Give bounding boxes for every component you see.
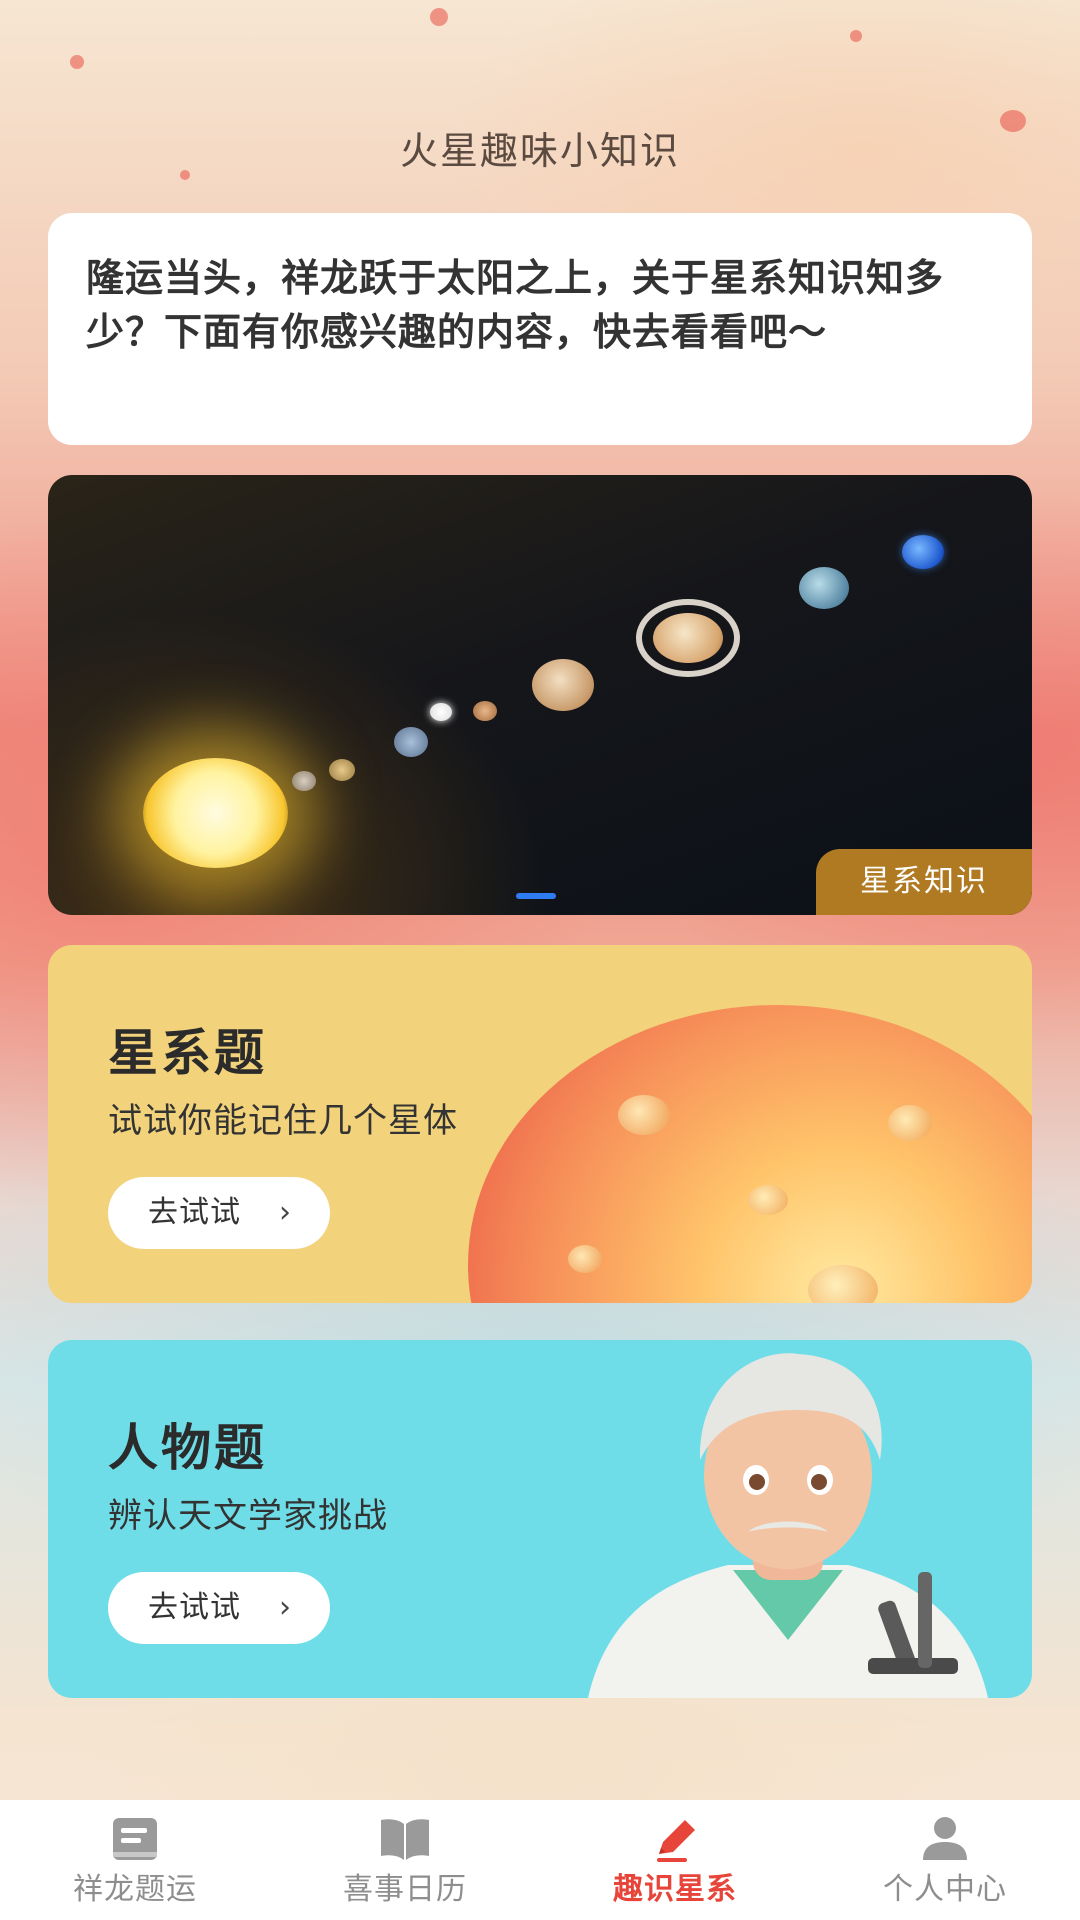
carousel-indicator[interactable]: [516, 893, 556, 899]
tab-label: 趣识星系: [613, 1872, 737, 1907]
try-button[interactable]: 去试试 ›: [108, 1177, 330, 1249]
tab-label: 个人中心: [883, 1872, 1007, 1907]
planet-illustration: [902, 535, 944, 569]
planet-illustration: [473, 701, 497, 721]
tab-label: 喜事日历: [343, 1872, 467, 1907]
tab-geren-zhongxin[interactable]: 个人中心: [810, 1800, 1080, 1920]
tab-qushi-xingxi[interactable]: 趣识星系: [540, 1800, 810, 1920]
planet-illustration: [394, 727, 428, 757]
crater: [618, 1095, 670, 1135]
planet-illustration: [532, 659, 594, 711]
crater: [888, 1105, 932, 1141]
try-button[interactable]: 去试试 ›: [108, 1572, 330, 1644]
crater: [568, 1245, 602, 1273]
chevron-right-icon: ›: [279, 1195, 292, 1230]
planet-illustration: [430, 703, 452, 721]
tab-xianglong-tiyun[interactable]: 祥龙题运: [0, 1800, 270, 1920]
pencil-icon: [657, 1820, 695, 1862]
planet-illustration: [468, 1005, 1032, 1303]
planet-illustration: [329, 759, 355, 781]
person-icon: [923, 1817, 967, 1860]
paint-splatter: [430, 8, 448, 26]
galaxy-quiz-card[interactable]: 星系题 试试你能记住几个星体 去试试 ›: [48, 945, 1032, 1303]
intro-text: 隆运当头，祥龙跃于太阳之上，关于星系知识知多少？下面有你感兴趣的内容，快去看看吧…: [86, 256, 945, 354]
astronomer-illustration: [588, 1353, 988, 1698]
paint-splatter: [70, 55, 84, 69]
crater: [748, 1185, 788, 1215]
intro-card: 隆运当头，祥龙跃于太阳之上，关于星系知识知多少？下面有你感兴趣的内容，快去看看吧…: [48, 213, 1032, 445]
crater: [808, 1265, 878, 1303]
sun-illustration: [143, 758, 288, 868]
planet-illustration: [799, 567, 849, 609]
open-book-icon: [381, 1819, 429, 1860]
try-button-label: 去试试: [148, 1590, 241, 1625]
quiz-title: 人物题: [108, 1419, 267, 1477]
page-title: 火星趣味小知识: [399, 129, 680, 173]
person-quiz-card[interactable]: 人物题 辨认天文学家挑战 去试试 ›: [48, 1340, 1032, 1698]
quiz-subtitle: 辨认天文学家挑战: [108, 1496, 388, 1536]
quiz-title: 星系题: [108, 1024, 267, 1082]
quiz-subtitle: 试试你能记住几个星体: [108, 1101, 458, 1141]
planet-illustration: [653, 613, 723, 663]
planet-illustration: [292, 771, 316, 791]
paint-splatter: [850, 30, 862, 42]
banner-carousel[interactable]: 星系知识: [48, 475, 1032, 915]
chevron-right-icon: ›: [279, 1590, 292, 1625]
banner-tag[interactable]: 星系知识: [816, 849, 1032, 915]
tab-label: 祥龙题运: [73, 1872, 197, 1907]
try-button-label: 去试试: [148, 1195, 241, 1230]
book-icon: [113, 1818, 157, 1860]
tab-xishi-rili[interactable]: 喜事日历: [270, 1800, 540, 1920]
bottom-tab-bar: 祥龙题运 喜事日历 趣识星系 个人中心: [0, 1800, 1080, 1920]
